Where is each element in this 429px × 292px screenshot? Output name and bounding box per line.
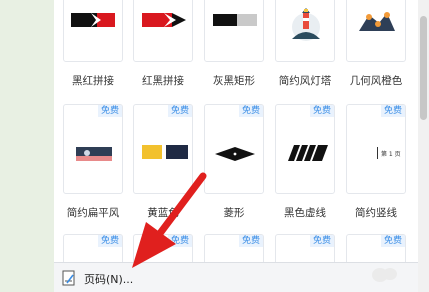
flat-simple-thumbnail (76, 147, 112, 161)
page-number-icon (62, 270, 75, 286)
style-label: 灰黑矩形 (213, 75, 255, 87)
style-label: 几何风橙色 (349, 75, 403, 87)
free-badge: 免费 (380, 105, 405, 117)
style-card-black-red[interactable] (63, 0, 123, 62)
page-number-menu-item[interactable]: 页码(N)... (54, 262, 418, 292)
page-number-label: 页码(N)... (84, 273, 134, 286)
style-card-gray-black[interactable] (204, 0, 264, 62)
style-card-simple-vertical[interactable]: 免费 第 1 页 (346, 104, 406, 194)
style-card-geometric-orange[interactable] (346, 0, 406, 62)
style-card-lighthouse[interactable] (275, 0, 335, 62)
gray-black-thumbnail (213, 14, 257, 26)
style-label: 黑色虚线 (284, 207, 326, 219)
style-card-black-dashed[interactable]: 免费 (275, 104, 335, 194)
free-badge: 免费 (167, 105, 192, 117)
red-arrow-icon (132, 172, 207, 268)
left-sidebar-strip (0, 0, 54, 292)
free-badge: 免费 (309, 235, 334, 247)
black-red-thumbnail (71, 13, 115, 27)
black-dashed-thumbnail (288, 145, 328, 161)
style-label: 简约竖线 (355, 207, 397, 219)
style-label: 黑红拼接 (72, 75, 114, 87)
vertical-scrollbar[interactable] (418, 0, 429, 292)
style-card-flat-simple[interactable]: 免费 (63, 104, 123, 194)
scrollbar-thumb[interactable] (420, 16, 427, 120)
decorative-cloud (383, 268, 397, 280)
geometric-orange-thumbnail (359, 12, 395, 31)
style-card-red-black[interactable] (133, 0, 193, 62)
page-number-sample-text: 第 1 页 (381, 151, 401, 158)
page-number-gallery-panel: 黑红拼接 红黑拼接 灰黑矩形 简约风灯塔 几何风橙色 免费 简约扁平风 免费 黄… (54, 0, 418, 292)
free-badge: 免费 (97, 105, 122, 117)
diamond-thumbnail (215, 147, 255, 161)
free-badge: 免费 (238, 105, 263, 117)
style-label: 菱形 (223, 207, 245, 219)
free-badge: 免费 (238, 235, 263, 247)
style-card-diamond[interactable]: 免费 (204, 104, 264, 194)
yellow-blue-thumbnail (142, 145, 188, 159)
red-black-thumbnail (142, 13, 186, 27)
free-badge: 免费 (309, 105, 334, 117)
free-badge: 免费 (380, 235, 405, 247)
style-label: 红黑拼接 (142, 75, 184, 87)
vertical-line (377, 147, 378, 159)
lighthouse-thumbnail (292, 8, 320, 41)
style-label: 简约风灯塔 (278, 75, 332, 87)
